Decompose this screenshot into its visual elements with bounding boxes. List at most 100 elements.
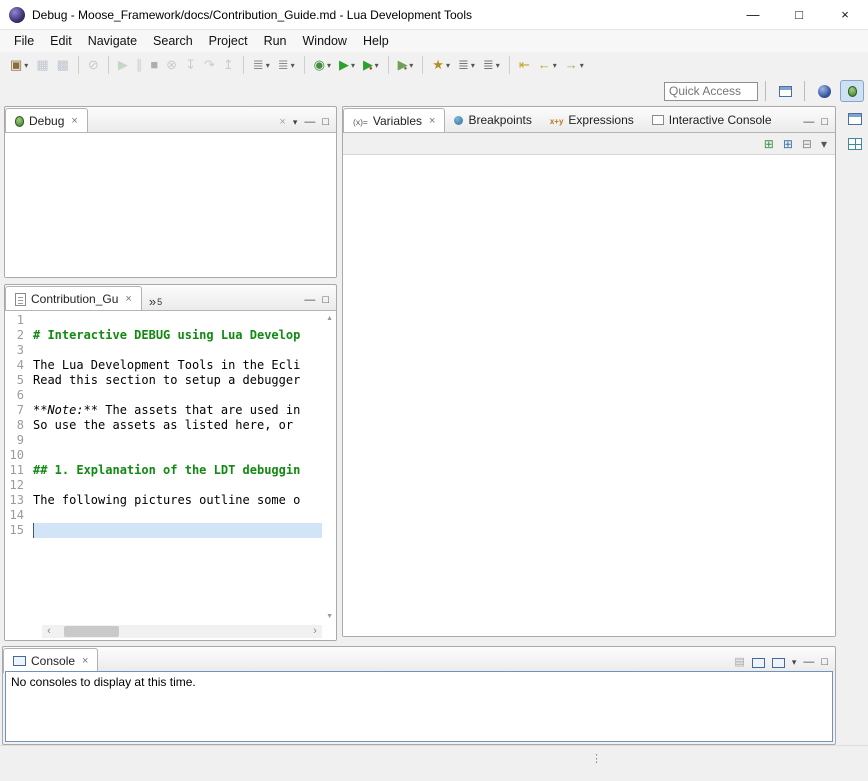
editor-line-9[interactable]: 9 bbox=[5, 433, 322, 448]
dropdown-arrow-icon[interactable]: ▾ bbox=[291, 61, 295, 70]
editor-lines[interactable]: 12# Interactive DEBUG using Lua Develop3… bbox=[5, 313, 322, 624]
editor-line-6[interactable]: 6 bbox=[5, 388, 322, 403]
view-menu-button[interactable]: ▾ bbox=[293, 117, 298, 128]
debug-perspective-button[interactable] bbox=[840, 80, 864, 102]
use-step-filters-button[interactable]: ≣▾ bbox=[275, 56, 298, 74]
minimize-view-button[interactable]: — bbox=[803, 657, 814, 668]
close-icon[interactable]: × bbox=[125, 293, 131, 305]
collapse-all-button[interactable]: ⊟ bbox=[802, 138, 812, 150]
restore-view-button-1[interactable] bbox=[845, 109, 865, 129]
previous-annotation-button[interactable]: ≣▾ bbox=[480, 56, 503, 74]
tab-contribution-guide[interactable]: Contribution_Gu × bbox=[5, 286, 142, 311]
restore-view-button-2[interactable] bbox=[845, 134, 865, 154]
dropdown-arrow-icon[interactable]: ▾ bbox=[327, 61, 331, 70]
editor-line-11[interactable]: 11## 1. Explanation of the LDT debuggin bbox=[5, 463, 322, 478]
skip-breakpoints-button[interactable]: ⊘ bbox=[85, 56, 102, 74]
tab-variables[interactable]: Variables × bbox=[343, 108, 445, 133]
editor-content[interactable]: 12# Interactive DEBUG using Lua Develop3… bbox=[5, 310, 336, 640]
display-selected-console-button[interactable] bbox=[752, 658, 765, 668]
terminate-button[interactable]: ■ bbox=[147, 56, 161, 74]
disconnect-button[interactable]: ⊗ bbox=[163, 56, 180, 74]
editor-line-2[interactable]: 2# Interactive DEBUG using Lua Develop bbox=[5, 328, 322, 343]
step-into-button[interactable]: ↧ bbox=[182, 56, 199, 74]
open-perspective-button[interactable] bbox=[773, 80, 797, 102]
tab-interactive-console[interactable]: Interactive Console bbox=[643, 108, 781, 132]
run-button[interactable]: ▶▾ bbox=[336, 56, 358, 74]
quick-access-input[interactable] bbox=[664, 82, 758, 101]
minimize-view-button[interactable]: — bbox=[304, 295, 315, 306]
dropdown-arrow-icon[interactable]: ▾ bbox=[553, 61, 557, 70]
menu-item-search[interactable]: Search bbox=[145, 32, 201, 50]
tab-breakpoints[interactable]: Breakpoints bbox=[445, 108, 540, 132]
editor-line-1[interactable]: 1 bbox=[5, 313, 322, 328]
back-button[interactable]: ←▾ bbox=[535, 56, 560, 74]
scrollbar-thumb[interactable] bbox=[64, 626, 119, 637]
last-edit-location-button[interactable]: ⇤ bbox=[516, 56, 533, 74]
dropdown-arrow-icon[interactable]: ▾ bbox=[580, 61, 584, 70]
dropdown-arrow-icon[interactable]: ▾ bbox=[471, 61, 475, 70]
resume-button[interactable]: ▶ bbox=[115, 56, 131, 74]
remove-all-terminated-button[interactable]: × bbox=[279, 117, 285, 128]
step-return-button[interactable]: ↥ bbox=[220, 56, 237, 74]
minimize-view-button[interactable]: — bbox=[803, 117, 814, 128]
editor-line-12[interactable]: 12 bbox=[5, 478, 322, 493]
open-console-button[interactable] bbox=[772, 658, 785, 668]
scroll-up-icon[interactable]: ▲ bbox=[326, 315, 333, 322]
editor-line-10[interactable]: 10 bbox=[5, 448, 322, 463]
editor-tab-overflow-button[interactable]: » 5 bbox=[142, 296, 169, 310]
open-console-dropdown-icon[interactable]: ▾ bbox=[792, 657, 797, 668]
close-icon[interactable]: × bbox=[71, 115, 77, 127]
next-annotation-button[interactable]: ≣▾ bbox=[455, 56, 478, 74]
tab-console[interactable]: Console × bbox=[3, 648, 98, 673]
editor-line-4[interactable]: 4The Lua Development Tools in the Ecli bbox=[5, 358, 322, 373]
pin-console-button[interactable]: ▤ bbox=[734, 657, 744, 668]
tab-expressions[interactable]: Expressions bbox=[541, 108, 643, 132]
menu-item-project[interactable]: Project bbox=[201, 32, 256, 50]
lua-perspective-button[interactable] bbox=[812, 80, 836, 102]
editor-line-8[interactable]: 8So use the assets as listed here, or bbox=[5, 418, 322, 433]
menu-item-window[interactable]: Window bbox=[295, 32, 355, 50]
close-icon[interactable]: × bbox=[82, 655, 88, 667]
trim-drag-handle[interactable]: ⋮ bbox=[591, 752, 602, 765]
step-over-button[interactable]: ↷ bbox=[201, 56, 218, 74]
dropdown-arrow-icon[interactable]: ▾ bbox=[446, 61, 450, 70]
minimize-view-button[interactable]: — bbox=[304, 117, 315, 128]
close-icon[interactable]: × bbox=[429, 115, 435, 127]
scroll-right-icon[interactable]: › bbox=[308, 626, 322, 637]
editor-line-13[interactable]: 13The following pictures outline some o bbox=[5, 493, 322, 508]
tab-debug[interactable]: Debug × bbox=[5, 108, 88, 133]
menu-item-navigate[interactable]: Navigate bbox=[80, 32, 145, 50]
maximize-view-button[interactable]: □ bbox=[821, 117, 828, 128]
menu-item-run[interactable]: Run bbox=[256, 32, 295, 50]
minimize-window-button[interactable]: — bbox=[730, 0, 776, 29]
forward-button[interactable]: →▾ bbox=[562, 56, 587, 74]
view-menu-button[interactable]: ▾ bbox=[821, 138, 827, 150]
drop-to-frame-button[interactable]: ≣▾ bbox=[250, 56, 273, 74]
external-tools-button[interactable]: ▶●▾ bbox=[395, 56, 417, 74]
dropdown-arrow-icon[interactable]: ▾ bbox=[266, 61, 270, 70]
new-button[interactable]: ▣▾ bbox=[7, 56, 31, 74]
maximize-window-button[interactable]: □ bbox=[776, 0, 822, 29]
search-button[interactable]: ★▾ bbox=[429, 56, 453, 74]
editor-line-14[interactable]: 14 bbox=[5, 508, 322, 523]
save-button[interactable]: ▦ bbox=[33, 56, 51, 74]
menu-item-edit[interactable]: Edit bbox=[42, 32, 80, 50]
menu-item-help[interactable]: Help bbox=[355, 32, 397, 50]
editor-line-15[interactable]: 15 bbox=[5, 523, 322, 538]
dropdown-arrow-icon[interactable]: ▾ bbox=[409, 61, 413, 70]
maximize-view-button[interactable]: □ bbox=[821, 657, 828, 668]
save-all-button[interactable]: ▩ bbox=[54, 56, 72, 74]
coverage-button[interactable]: ▶●▾ bbox=[360, 56, 382, 74]
scrollbar-track[interactable] bbox=[56, 625, 308, 638]
scroll-left-icon[interactable]: ‹ bbox=[42, 626, 56, 637]
dropdown-arrow-icon[interactable]: ▾ bbox=[351, 61, 355, 70]
show-logical-structures-button[interactable]: ⊞ bbox=[783, 138, 793, 150]
editor-line-7[interactable]: 7**Note:** The assets that are used in bbox=[5, 403, 322, 418]
maximize-view-button[interactable]: □ bbox=[322, 117, 329, 128]
show-type-names-button[interactable]: ⊞ bbox=[764, 138, 774, 150]
horizontal-scrollbar[interactable]: ‹ › bbox=[42, 625, 322, 638]
suspend-button[interactable]: ∥ bbox=[133, 56, 146, 74]
dropdown-arrow-icon[interactable]: ▾ bbox=[375, 61, 379, 70]
menu-item-file[interactable]: File bbox=[6, 32, 42, 50]
scroll-down-icon[interactable]: ▼ bbox=[326, 613, 333, 620]
